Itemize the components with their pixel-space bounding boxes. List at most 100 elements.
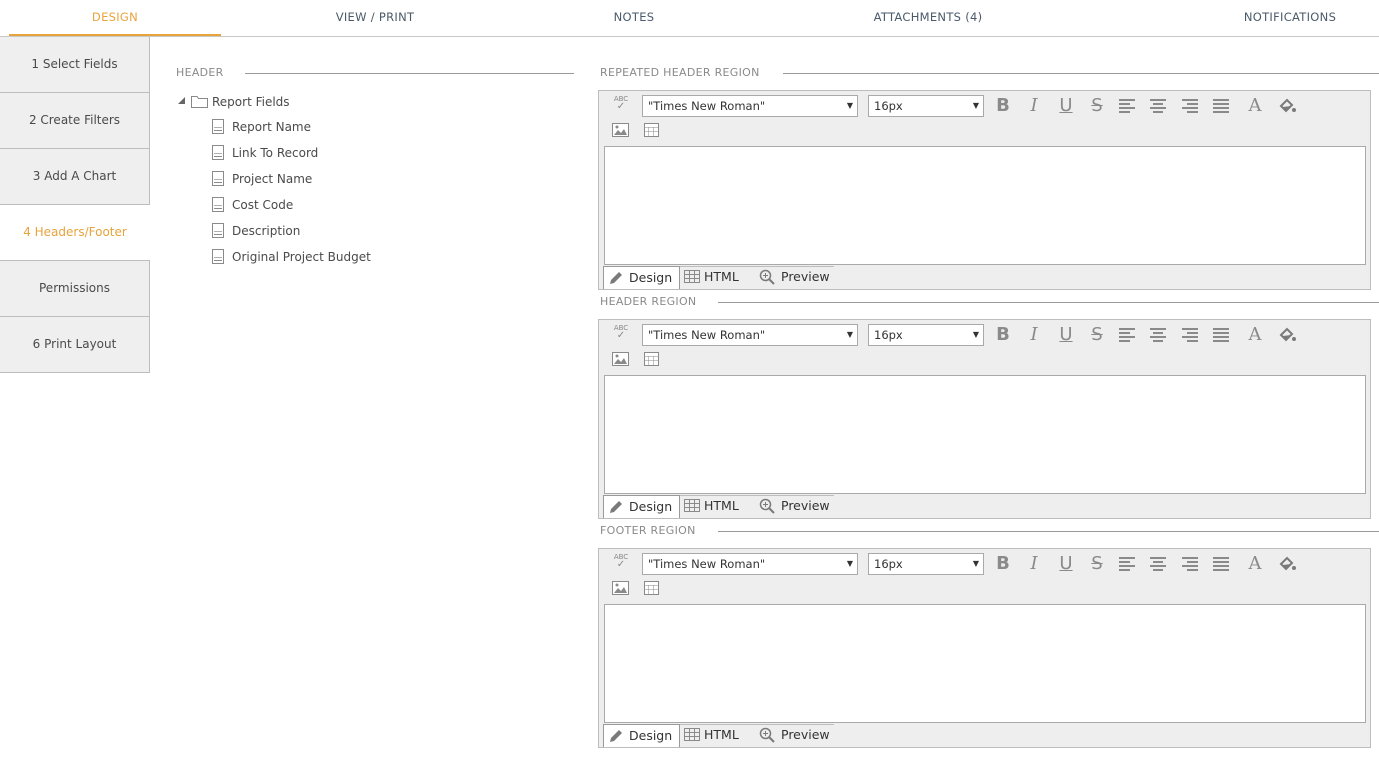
fill-color-icon[interactable]	[1275, 552, 1299, 576]
align-center-icon[interactable]	[1146, 323, 1170, 347]
design-mode-button[interactable]: Design	[603, 495, 680, 518]
underline-icon[interactable]: U	[1054, 94, 1078, 118]
font-color-icon[interactable]: A	[1243, 323, 1267, 347]
align-right-icon[interactable]	[1178, 94, 1202, 118]
field-item[interactable]: Report Name	[212, 119, 311, 139]
step-create-filters[interactable]: 2 Create Filters	[0, 93, 150, 149]
table-icon[interactable]	[643, 351, 661, 367]
image-icon[interactable]	[612, 122, 630, 138]
align-right-icon[interactable]	[1178, 552, 1202, 576]
field-label: Report Name	[232, 120, 311, 134]
tab-notifications[interactable]: NOTIFICATIONS	[1230, 0, 1350, 36]
field-icon	[212, 171, 224, 186]
bold-icon[interactable]: B	[991, 323, 1015, 347]
field-icon	[212, 197, 224, 212]
strikethrough-icon[interactable]: S	[1085, 552, 1109, 576]
align-justify-icon[interactable]	[1209, 323, 1233, 347]
spellcheck-icon[interactable]: ABC ✓	[612, 553, 630, 573]
preview-mode-button[interactable]: Preview	[758, 495, 834, 518]
top-tab-bar: DESIGN VIEW / PRINT NOTES ATTACHMENTS (4…	[0, 0, 1379, 37]
field-item[interactable]: Link To Record	[212, 145, 318, 165]
font-family-select[interactable]: "Times New Roman" ▼	[642, 324, 858, 346]
html-mode-button[interactable]: HTML	[683, 266, 753, 289]
preview-mode-label: Preview	[781, 498, 830, 513]
align-left-icon[interactable]	[1115, 323, 1139, 347]
step-headers-footer[interactable]: 4 Headers/Footer	[0, 205, 150, 261]
font-family-value: "Times New Roman"	[648, 328, 766, 342]
align-right-icon[interactable]	[1178, 323, 1202, 347]
font-family-select[interactable]: "Times New Roman" ▼	[642, 95, 858, 117]
field-label: Original Project Budget	[232, 250, 371, 264]
font-color-icon[interactable]: A	[1243, 552, 1267, 576]
align-justify-icon[interactable]	[1209, 552, 1233, 576]
editor-content-area[interactable]	[604, 375, 1366, 494]
tab-design[interactable]: DESIGN	[9, 0, 221, 36]
fill-color-icon[interactable]	[1275, 323, 1299, 347]
folder-icon	[191, 96, 208, 108]
rich-text-editor: ABC ✓ "Times New Roman" ▼ 16px ▼ B I U S A …	[598, 90, 1371, 290]
fill-color-icon[interactable]	[1275, 94, 1299, 118]
table-icon[interactable]	[643, 122, 661, 138]
pencil-icon	[610, 272, 622, 284]
font-family-select[interactable]: "Times New Roman" ▼	[642, 553, 858, 575]
rich-text-editor: ABC ✓ "Times New Roman" ▼ 16px ▼ B I U S A …	[598, 319, 1371, 519]
expand-arrow-icon[interactable]	[178, 97, 186, 105]
underline-icon[interactable]: U	[1054, 552, 1078, 576]
step-permissions[interactable]: Permissions	[0, 261, 150, 317]
font-size-select[interactable]: 16px ▼	[868, 324, 984, 346]
spellcheck-icon[interactable]: ABC ✓	[612, 95, 630, 115]
image-icon[interactable]	[612, 351, 630, 367]
align-left-icon[interactable]	[1115, 94, 1139, 118]
bold-icon[interactable]: B	[991, 94, 1015, 118]
editor-mode-bar: Design HTML Preview	[603, 266, 834, 289]
field-item[interactable]: Original Project Budget	[212, 249, 371, 269]
image-icon[interactable]	[612, 580, 630, 596]
underline-icon[interactable]: U	[1054, 323, 1078, 347]
html-mode-button[interactable]: HTML	[683, 495, 753, 518]
zoom-icon	[759, 498, 775, 514]
font-color-icon[interactable]: A	[1243, 94, 1267, 118]
tab-view-print[interactable]: VIEW / PRINT	[300, 0, 450, 36]
align-center-icon[interactable]	[1146, 552, 1170, 576]
field-label: Cost Code	[232, 198, 294, 212]
field-label: Description	[232, 224, 301, 238]
editor-content-area[interactable]	[604, 146, 1366, 265]
field-item[interactable]: Description	[212, 223, 300, 243]
spellcheck-icon[interactable]: ABC ✓	[612, 324, 630, 344]
font-size-value: 16px	[874, 99, 903, 113]
section-divider	[718, 531, 1379, 532]
bold-icon[interactable]: B	[991, 552, 1015, 576]
editor-mode-bar: Design HTML Preview	[603, 724, 834, 747]
italic-icon[interactable]: I	[1022, 552, 1046, 576]
rich-text-editor: ABC ✓ "Times New Roman" ▼ 16px ▼ B I U S A …	[598, 548, 1371, 748]
italic-icon[interactable]: I	[1022, 323, 1046, 347]
italic-icon[interactable]: I	[1022, 94, 1046, 118]
editor-content-area[interactable]	[604, 604, 1366, 723]
step-add-chart[interactable]: 3 Add A Chart	[0, 149, 150, 205]
design-mode-button[interactable]: Design	[603, 266, 680, 289]
tab-attachments[interactable]: ATTACHMENTS (4)	[858, 0, 998, 36]
design-mode-button[interactable]: Design	[603, 724, 680, 747]
align-justify-icon[interactable]	[1209, 94, 1233, 118]
design-mode-label: Design	[629, 499, 673, 514]
html-mode-button[interactable]: HTML	[683, 724, 753, 747]
preview-mode-button[interactable]: Preview	[758, 724, 834, 747]
tab-notes[interactable]: NOTES	[584, 0, 684, 36]
table-icon[interactable]	[643, 580, 661, 596]
preview-mode-label: Preview	[781, 269, 830, 284]
align-center-icon[interactable]	[1146, 94, 1170, 118]
font-size-select[interactable]: 16px ▼	[868, 553, 984, 575]
field-item[interactable]: Project Name	[212, 171, 312, 191]
field-item[interactable]: Cost Code	[212, 197, 293, 217]
region-title: REPEATED HEADER REGION	[600, 66, 760, 79]
step-select-fields[interactable]: 1 Select Fields	[0, 37, 150, 93]
align-left-icon[interactable]	[1115, 552, 1139, 576]
strikethrough-icon[interactable]: S	[1085, 94, 1109, 118]
grid-icon	[684, 728, 700, 741]
preview-mode-button[interactable]: Preview	[758, 266, 834, 289]
font-size-select[interactable]: 16px ▼	[868, 95, 984, 117]
strikethrough-icon[interactable]: S	[1085, 323, 1109, 347]
step-print-layout[interactable]: 6 Print Layout	[0, 317, 150, 373]
html-mode-label: HTML	[704, 498, 739, 513]
region-header: REPEATED HEADER REGION	[600, 66, 1379, 80]
